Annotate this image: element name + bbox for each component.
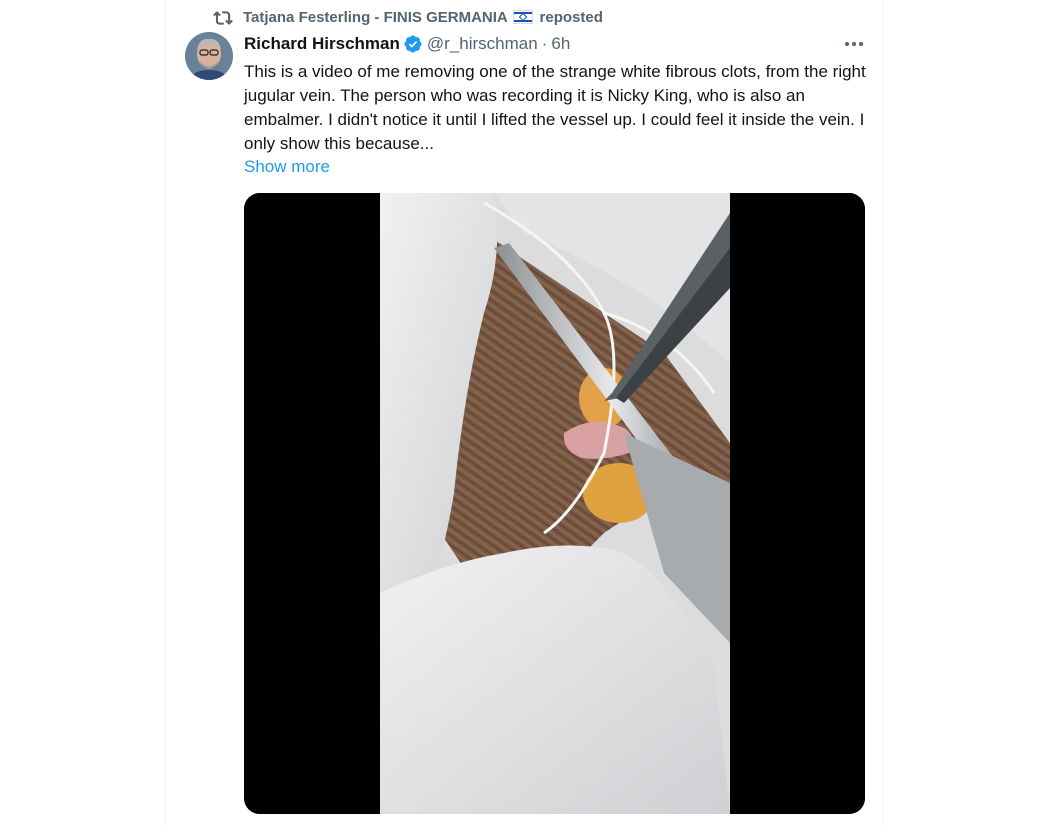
video-content [380,193,730,814]
more-options-button[interactable] [841,33,867,55]
separator-dot: · [541,34,548,53]
post-time[interactable]: 6h [551,34,570,54]
author-name[interactable]: Richard Hirschman [244,34,400,54]
tweet-text: This is a video of me removing one of th… [244,62,866,153]
reposter-name[interactable]: Tatjana Festerling - FINIS GERMANIA [243,9,507,26]
repost-icon [213,11,233,25]
video-player[interactable] [244,193,865,814]
repost-indicator[interactable]: Tatjana Festerling - FINIS GERMANIA repo… [243,8,603,28]
video-frame [244,193,865,814]
repost-action: reposted [539,9,603,26]
israel-flag-icon [513,10,534,24]
show-more-link[interactable]: Show more [244,155,330,179]
tweet-column: Tatjana Festerling - FINIS GERMANIA repo… [165,0,884,825]
more-dot-icon [852,42,856,46]
tweet-header: Richard Hirschman @r_hirschman · 6h [244,33,570,55]
more-dot-icon [845,42,849,46]
author-handle[interactable]: @r_hirschman [427,34,538,54]
more-dot-icon [859,42,863,46]
timeline-page: Tatjana Festerling - FINIS GERMANIA repo… [0,0,1050,825]
verified-badge-icon [404,35,422,53]
avatar[interactable] [185,32,233,80]
